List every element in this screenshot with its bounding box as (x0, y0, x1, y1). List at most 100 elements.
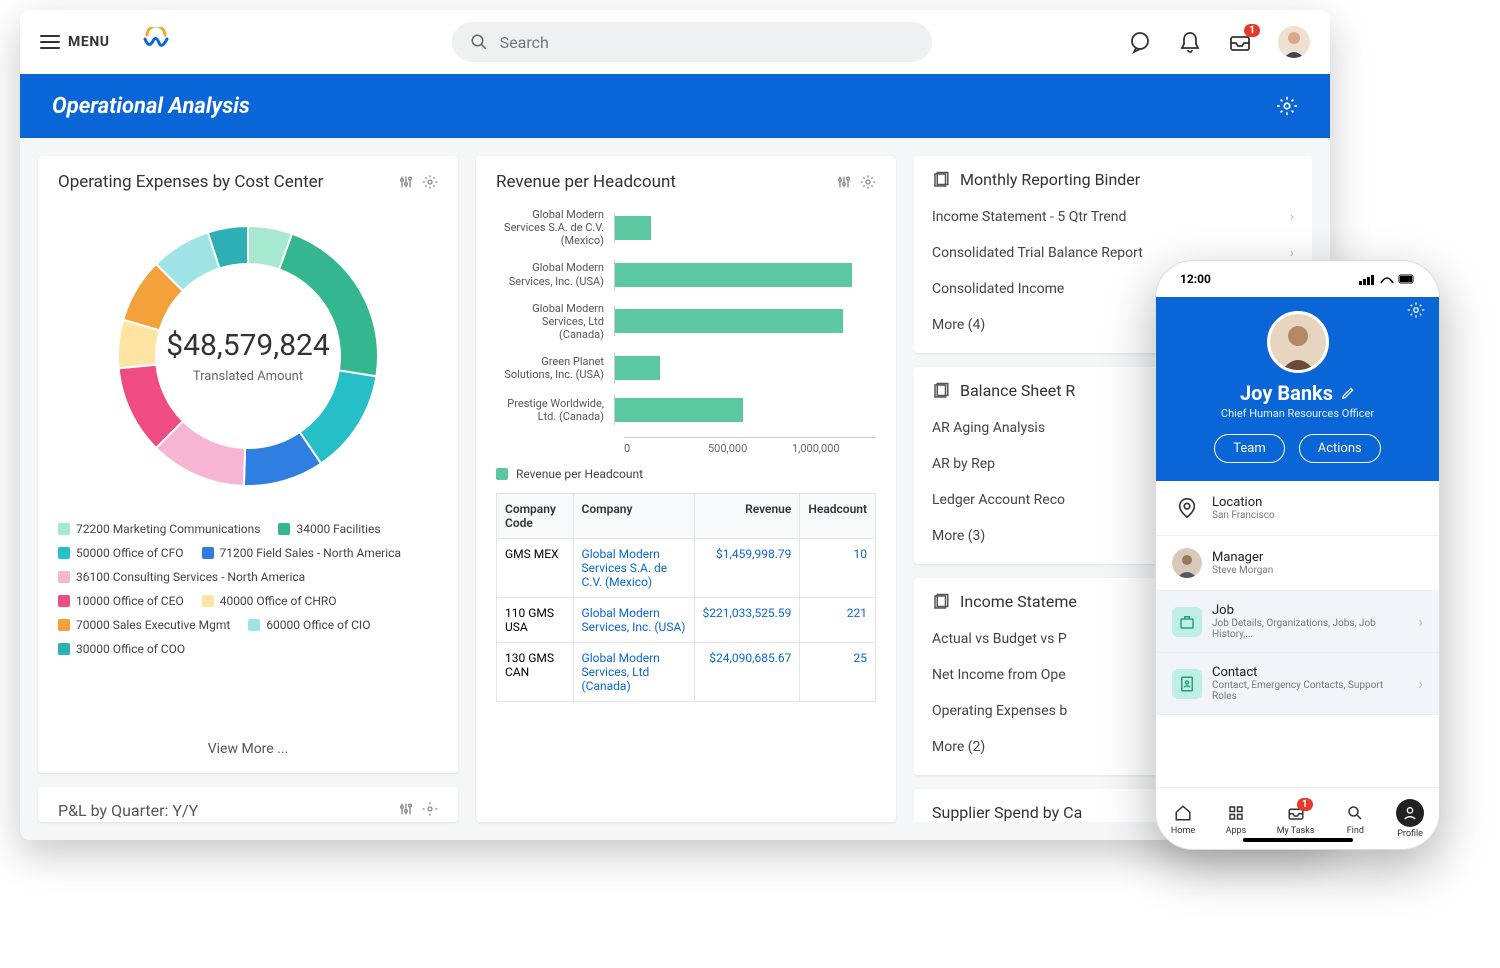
tab-find[interactable]: Find (1344, 802, 1366, 836)
bar-fill (615, 356, 660, 380)
gear-icon[interactable] (1407, 301, 1425, 319)
gear-icon[interactable] (422, 174, 438, 190)
tab-home[interactable]: Home (1171, 802, 1195, 836)
donut-legend: 72200 Marketing Communications 34000 Faci… (58, 522, 438, 656)
profile-avatar[interactable] (1267, 311, 1329, 373)
search-icon (470, 33, 488, 51)
pnl-card: P&L by Quarter: Y/Y (38, 787, 458, 822)
gear-icon[interactable] (860, 174, 876, 190)
gear-icon[interactable] (422, 801, 438, 820)
cell-code: 110 GMS USA (497, 598, 574, 643)
legend-item[interactable]: 34000 Facilities (278, 522, 380, 536)
bar-fill (615, 263, 852, 287)
donut-center-sub: Translated Amount (193, 369, 303, 384)
legend-label: 10000 Office of CEO (76, 594, 184, 608)
cell-headcount: 10 (800, 539, 876, 598)
filter-icon[interactable] (836, 174, 852, 190)
binder-icon (932, 171, 950, 189)
legend-item[interactable]: 71200 Field Sales - North America (202, 546, 401, 560)
user-avatar[interactable] (1278, 26, 1310, 58)
bar-label: Global Modern Services, Inc. (USA) (496, 261, 614, 287)
legend-item[interactable]: 72200 Marketing Communications (58, 522, 260, 536)
menu-label: MENU (68, 34, 110, 50)
filter-icon[interactable] (398, 174, 414, 190)
filter-icon[interactable] (398, 801, 414, 820)
legend-item[interactable]: 40000 Office of CHRO (202, 594, 337, 608)
bar-row: Global Modern Services S.A. de C.V. (Mex… (496, 208, 876, 248)
list-item-label: Consolidated Trial Balance Report (932, 245, 1143, 261)
axis-tick: 1,000,000 (792, 442, 876, 455)
bell-icon[interactable] (1178, 30, 1202, 54)
inbox-icon[interactable]: 1 (1228, 30, 1252, 54)
phone-time: 12:00 (1180, 272, 1211, 286)
manager-row[interactable]: ManagerSteve Morgan (1156, 536, 1439, 591)
donut-center-amount: $48,579,824 (166, 328, 330, 363)
workday-logo[interactable] (140, 26, 172, 58)
legend-swatch (58, 643, 70, 655)
chat-icon[interactable] (1128, 30, 1152, 54)
profile-name: Joy Banks (1240, 381, 1333, 405)
bar-label: Green Planet Solutions, Inc. (USA) (496, 355, 614, 381)
card-title: Monthly Reporting Binder (960, 170, 1140, 189)
table-header: Revenue (694, 494, 800, 539)
job-icon (1172, 607, 1202, 637)
donut-chart[interactable]: $48,579,824 Translated Amount (98, 206, 398, 506)
job-row[interactable]: JobJob Details, Organizations, Jobs, Job… (1156, 591, 1439, 653)
search-input[interactable] (500, 33, 703, 52)
legend-item[interactable]: 50000 Office of CFO (58, 546, 184, 560)
bar-track (614, 213, 876, 243)
cell-company[interactable]: Global Modern Services S.A. de C.V. (Mex… (573, 539, 694, 598)
edit-icon[interactable] (1341, 386, 1355, 400)
legend-item[interactable]: 70000 Sales Executive Mgmt (58, 618, 230, 632)
list-item[interactable]: Income Statement - 5 Qtr Trend› (932, 199, 1294, 235)
search-bar[interactable] (452, 22, 932, 62)
phone-status-bar: 12:00 (1156, 261, 1439, 297)
bar-row: Global Modern Services, Inc. (USA) (496, 260, 876, 290)
cell-revenue: $1,459,998.79 (694, 539, 800, 598)
legend-item[interactable]: 60000 Office of CIO (248, 618, 370, 632)
legend-swatch (58, 523, 70, 535)
legend-label: 50000 Office of CFO (76, 546, 184, 560)
dashboard-grid: Operating Expenses by Cost Center $48,57… (20, 138, 1330, 840)
gear-icon[interactable] (1276, 95, 1298, 117)
topbar: MENU 1 (20, 10, 1330, 74)
card-title: Balance Sheet R (960, 381, 1075, 400)
legend-label: 30000 Office of COO (76, 642, 185, 656)
table-header: Headcount (800, 494, 876, 539)
cell-code: GMS MEX (497, 539, 574, 598)
legend-swatch (496, 468, 508, 480)
cell-company[interactable]: Global Modern Services, Inc. (USA) (573, 598, 694, 643)
revenue-table: Company CodeCompanyRevenueHeadcountGMS M… (496, 493, 876, 702)
legend-item[interactable]: 10000 Office of CEO (58, 594, 184, 608)
team-button[interactable]: Team (1214, 434, 1285, 463)
view-more-link[interactable]: View More ... (58, 731, 438, 757)
axis-tick: 0 (624, 442, 708, 455)
tab-mytasks[interactable]: 1My Tasks (1277, 802, 1315, 836)
contact-icon (1172, 669, 1202, 699)
legend-label: 34000 Facilities (296, 522, 380, 536)
cell-revenue: $221,033,525.59 (694, 598, 800, 643)
legend-item[interactable]: 30000 Office of COO (58, 642, 185, 656)
inbox-badge: 1 (1244, 24, 1260, 37)
contact-row[interactable]: ContactContact, Emergency Contacts, Supp… (1156, 653, 1439, 715)
legend-label: 70000 Sales Executive Mgmt (76, 618, 230, 632)
hamburger-icon (40, 35, 60, 49)
bar-axis: 0500,0001,000,000 (624, 437, 876, 455)
list-item-label: Net Income from Ope (932, 667, 1066, 683)
legend-swatch (58, 595, 70, 607)
bar-row: Global Modern Services, Ltd (Canada) (496, 302, 876, 342)
actions-button[interactable]: Actions (1299, 434, 1381, 463)
legend-item[interactable]: 36100 Consulting Services - North Americ… (58, 570, 305, 584)
table-header: Company Code (497, 494, 574, 539)
tab-profile[interactable]: Profile (1396, 799, 1424, 839)
tab-apps[interactable]: Apps (1225, 802, 1247, 836)
location-row[interactable]: LocationSan Francisco (1156, 481, 1439, 536)
chevron-right-icon: › (1290, 209, 1294, 225)
legend-swatch (58, 619, 70, 631)
bar-track (614, 306, 876, 336)
cell-company[interactable]: Global Modern Services, Ltd (Canada) (573, 643, 694, 702)
menu-button[interactable]: MENU (40, 34, 110, 50)
phone-hero: Joy Banks Chief Human Resources Officer … (1156, 297, 1439, 481)
bar-chart[interactable]: Global Modern Services S.A. de C.V. (Mex… (496, 208, 876, 437)
topbar-actions: 1 (1128, 26, 1310, 58)
